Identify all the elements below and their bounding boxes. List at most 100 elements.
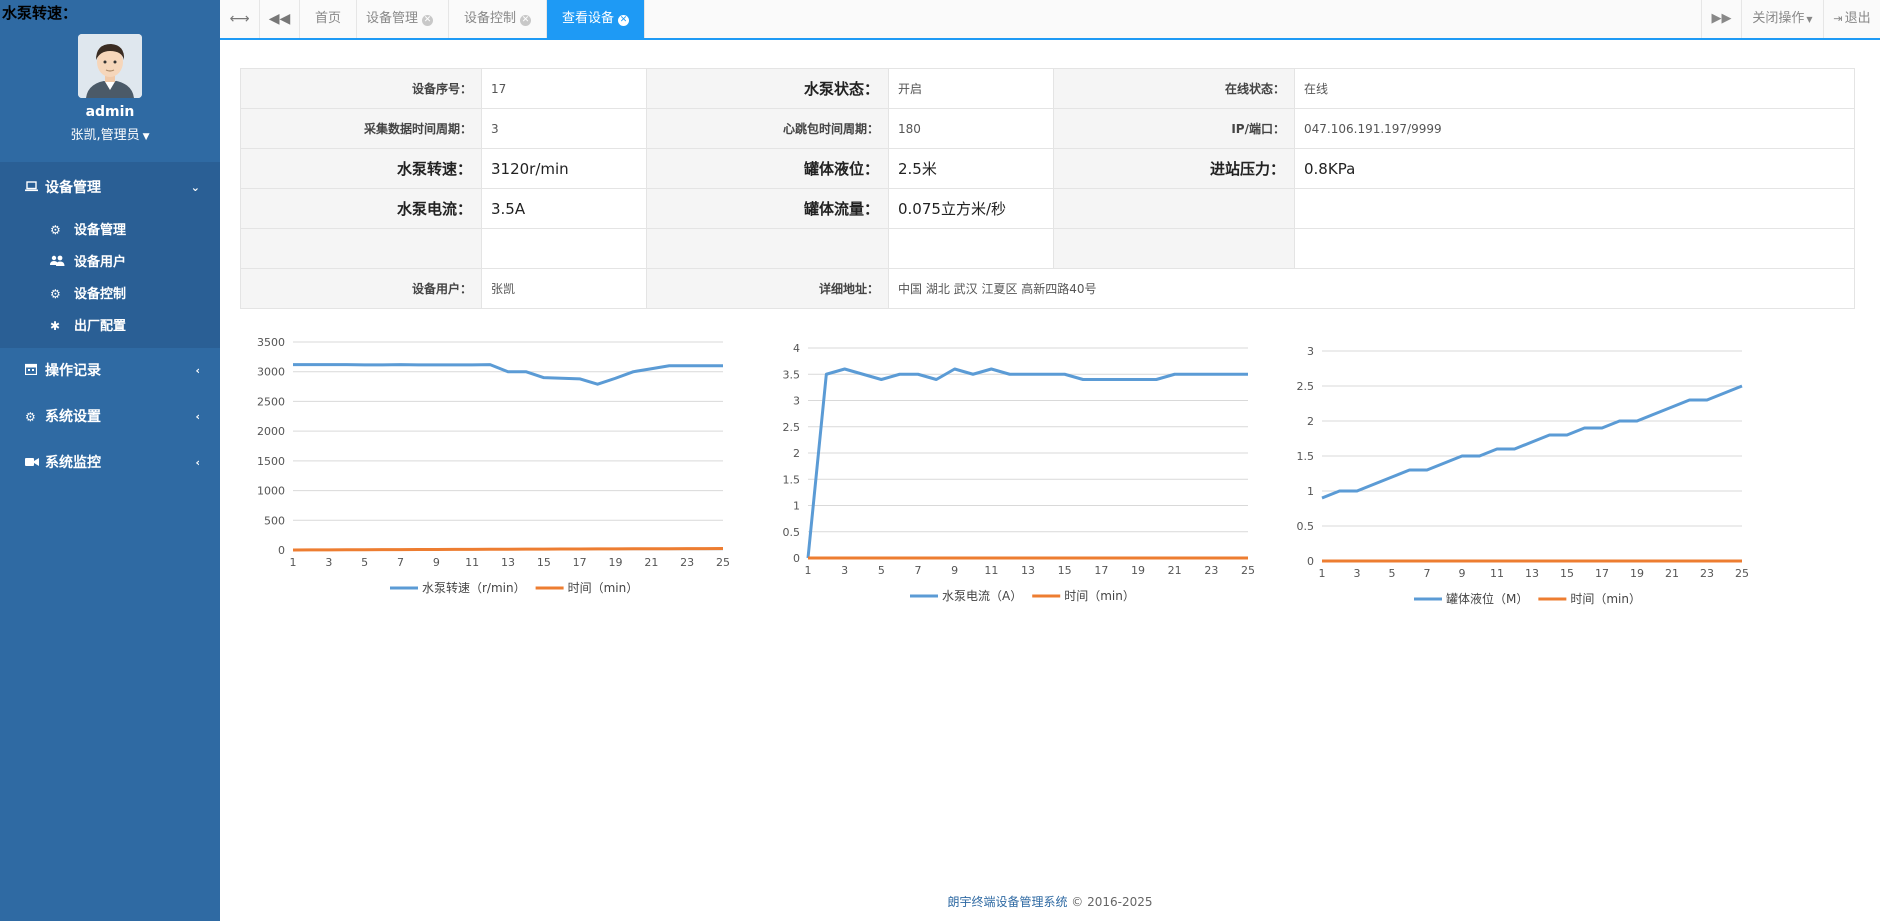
- tab-label: 设备管理: [366, 11, 419, 26]
- tab-home[interactable]: 首页: [300, 0, 358, 38]
- empty-cell: [1294, 228, 1855, 269]
- laptop-icon: [25, 162, 45, 214]
- avatar[interactable]: [78, 34, 142, 98]
- double-chevron-left-icon: ◀◀: [268, 11, 291, 27]
- chart-svg: 00.511.522.531 3 5 7 9 11 13 15 17 19 21 23 25罐体液位（M…: [1297, 345, 1750, 606]
- x-tick-label: 7: [1424, 567, 1431, 580]
- chevron-down-icon: ⌄: [190, 181, 200, 194]
- tab-view-device[interactable]: 查看设备 ✕: [547, 0, 646, 38]
- x-tick-label: 25: [1735, 567, 1749, 580]
- chevron-left-icon: ‹: [195, 410, 200, 423]
- heartbeat-period-value: 180: [888, 108, 1054, 149]
- y-tick-label: 1500: [257, 455, 285, 468]
- pump-status-label: 水泵状态：: [646, 68, 889, 109]
- tab-label: 首页: [315, 11, 342, 26]
- chart-pump-current: 0 0.5 1 1.5 2 2.5 3 3.5 4 1 3 5 7 9 11 13 15 17 19 21 23 25 水泵…: [778, 334, 1268, 624]
- menu-head-label: 操作记录: [45, 363, 101, 379]
- tank-flow-label: 罐体流量：: [646, 188, 889, 229]
- close-operations-label: 关闭操作: [1752, 11, 1805, 26]
- chevron-left-icon: ‹: [195, 456, 200, 469]
- sidebar-toggle-button[interactable]: ⟷: [220, 0, 260, 38]
- table-row: [240, 228, 1855, 269]
- gear-icon: ⚙: [25, 410, 36, 424]
- corner-title: 水泵转速：: [2, 4, 78, 22]
- pump-current-label: 水泵电流：: [240, 188, 482, 229]
- sign-out-icon: ⇥: [1833, 12, 1843, 25]
- x-tick-label: 11: [465, 556, 479, 569]
- user-role-dropdown[interactable]: 张凯,管理员 ▼: [0, 124, 220, 143]
- device-user-label: 设备用户：: [240, 268, 482, 309]
- menu-head-system-monitor[interactable]: 系统监控 ‹: [0, 440, 220, 486]
- sidebar-item-device-users[interactable]: 设备用户: [0, 246, 220, 278]
- sidebar-item-device-control[interactable]: ⚙ 设备控制: [0, 278, 220, 310]
- x-tick-label: 17: [1595, 567, 1609, 580]
- scroll-tabs-right-button[interactable]: ▶▶: [1701, 0, 1741, 38]
- sidebar-menu: 设备管理 ⌄ ⚙ 设备管理 设备用户 ⚙ 设备控制 ✱ 出厂配置 操作记录 ‹: [0, 162, 220, 486]
- empty-cell: [1294, 188, 1855, 229]
- sidebar-item-factory-config[interactable]: ✱ 出厂配置: [0, 310, 220, 342]
- x-tick-label: 19: [1630, 567, 1644, 580]
- legend-label: 时间（min）: [568, 581, 639, 595]
- menu-head-operation-log[interactable]: 操作记录 ‹: [0, 348, 220, 394]
- x-tick-label: 13: [501, 556, 515, 569]
- menu-head-label: 系统监控: [45, 455, 101, 471]
- legend-label: 水泵转速（r/min）: [422, 580, 526, 595]
- x-tick-label: 1: [290, 556, 297, 569]
- y-tick-label: 2000: [257, 425, 285, 438]
- table-row: 设备用户： 张凯 详细地址： 中国 湖北 武汉 江夏区 高新四路40号: [240, 268, 1855, 309]
- sidebar-item-device-management[interactable]: ⚙ 设备管理: [0, 214, 220, 246]
- gears-icon: ⚙: [50, 287, 61, 301]
- y-tick-label: 2500: [257, 395, 285, 408]
- y-tick-label: 3500: [257, 336, 285, 349]
- logout-button[interactable]: ⇥ 退出: [1823, 0, 1880, 38]
- close-icon[interactable]: ✕: [520, 15, 532, 26]
- tab-device-management[interactable]: 设备管理 ✕: [351, 0, 450, 38]
- asterisk-icon: ✱: [50, 319, 61, 333]
- user-role-label: 张凯,管理员: [70, 128, 140, 143]
- x-tick-label: 15: [1058, 564, 1072, 577]
- table-row: 水泵电流： 3.5A 罐体流量： 0.075立方米/秒: [240, 188, 1855, 229]
- sidebar-item-label: 设备管理: [74, 223, 127, 238]
- sidebar-item-label: 设备控制: [74, 287, 127, 302]
- tab-device-control[interactable]: 设备控制 ✕: [449, 0, 548, 38]
- y-tick-label: 2: [1307, 415, 1314, 428]
- x-tick-label: 5: [1389, 567, 1396, 580]
- tank-flow-value: 0.075立方米/秒: [888, 188, 1054, 229]
- empty-cell: [646, 228, 889, 269]
- legend-label: 时间（min）: [1570, 592, 1641, 606]
- x-tick-label: 25: [1241, 564, 1255, 577]
- address-value: 中国 湖北 武汉 江夏区 高新四路40号: [888, 268, 1855, 309]
- x-tick-label: 21: [644, 556, 658, 569]
- device-no-label: 设备序号：: [240, 68, 482, 109]
- close-icon[interactable]: ✕: [422, 15, 434, 26]
- table-row: 设备序号： 17 水泵状态： 开启 在线状态： 在线: [240, 68, 1855, 109]
- y-tick-label: 1: [1307, 485, 1314, 498]
- footer-brand[interactable]: 朗宇终端设备管理系统: [947, 895, 1067, 909]
- chart-tank-level: 0 0.5 1 1.5 2 2.5 3 1 3 5 7 9 11 13 15 17 19 21 23 25 罐体液位（M…: [1282, 337, 1762, 627]
- scroll-tabs-left-button[interactable]: ◀◀: [260, 0, 300, 38]
- pump-speed-value: 3120r/min: [481, 148, 647, 189]
- x-tick-label: 11: [984, 564, 998, 577]
- caret-down-icon: ▼: [142, 132, 150, 142]
- footer: 朗宇终端设备管理系统 © 2016-2025: [220, 893, 1880, 910]
- legend-label: 罐体液位（M）: [1446, 591, 1528, 606]
- empty-cell: [1053, 228, 1295, 269]
- close-operations-dropdown[interactable]: 关闭操作 ▼: [1741, 0, 1823, 38]
- collect-period-value: 3: [481, 108, 647, 149]
- users-icon: [50, 246, 74, 278]
- sidebar-item-label: 设备用户: [74, 255, 127, 270]
- menu-head-system-settings[interactable]: ⚙ 系统设置 ‹: [0, 394, 220, 440]
- pump-status-value: 开启: [888, 68, 1054, 109]
- y-tick-label: 1.5: [783, 473, 801, 486]
- menu-head-device-management[interactable]: 设备管理 ⌄: [0, 162, 220, 214]
- close-icon[interactable]: ✕: [618, 15, 630, 26]
- online-status-value: 在线: [1294, 68, 1855, 109]
- avatar-icon: [78, 34, 142, 98]
- x-tick-label: 9: [433, 556, 440, 569]
- y-tick-label: 3.5: [783, 368, 801, 381]
- sidebar: 水泵转速： admin 张凯,管理员 ▼ 设备管理 ⌄ ⚙ 设备管理 设备用户 …: [0, 0, 220, 921]
- ip-port-label: IP/端口：: [1053, 108, 1295, 149]
- chart-svg: 00.511.522.533.541 3 5 7 9 11 13 15 17 19 21 23 25水泵…: [783, 342, 1256, 603]
- y-tick-label: 2: [793, 447, 800, 460]
- inlet-pressure-value: 0.8KPa: [1294, 148, 1855, 189]
